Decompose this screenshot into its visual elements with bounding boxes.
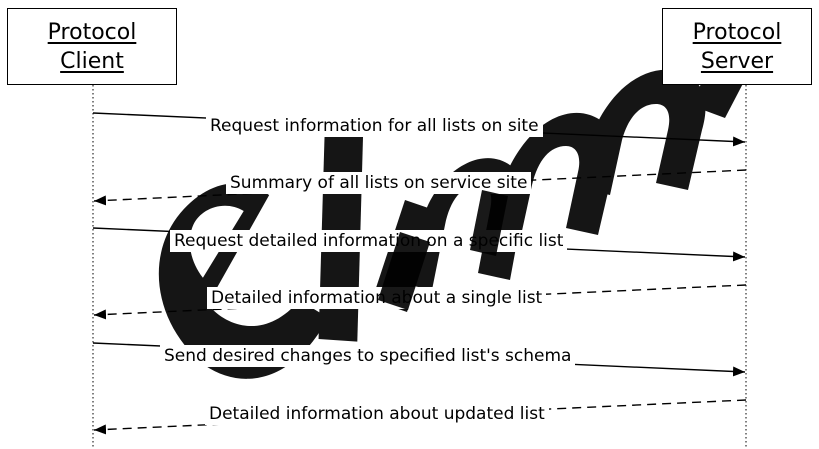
sequence-diagram: Protocol Client Protocol Server Request …	[0, 0, 819, 449]
protocol-server-line1: Protocol	[692, 19, 782, 45]
message-label-4: Detailed information about a single list	[207, 287, 547, 309]
protocol-client-box: Protocol Client	[7, 8, 177, 85]
message-label-3: Request detailed information on a specif…	[170, 230, 568, 252]
message-label-1: Request information for all lists on sit…	[206, 115, 543, 137]
protocol-client-line2: Client	[60, 48, 124, 74]
protocol-server-line2: Server	[700, 48, 774, 74]
message-label-5: Send desired changes to specified list's…	[160, 345, 576, 367]
watermark-letter-e	[158, 183, 328, 379]
message-label-2: Summary of all lists on service site	[226, 172, 532, 194]
protocol-server-box: Protocol Server	[662, 8, 812, 85]
message-label-6: Detailed information about updated list	[205, 403, 549, 425]
protocol-client-line1: Protocol	[47, 19, 137, 45]
